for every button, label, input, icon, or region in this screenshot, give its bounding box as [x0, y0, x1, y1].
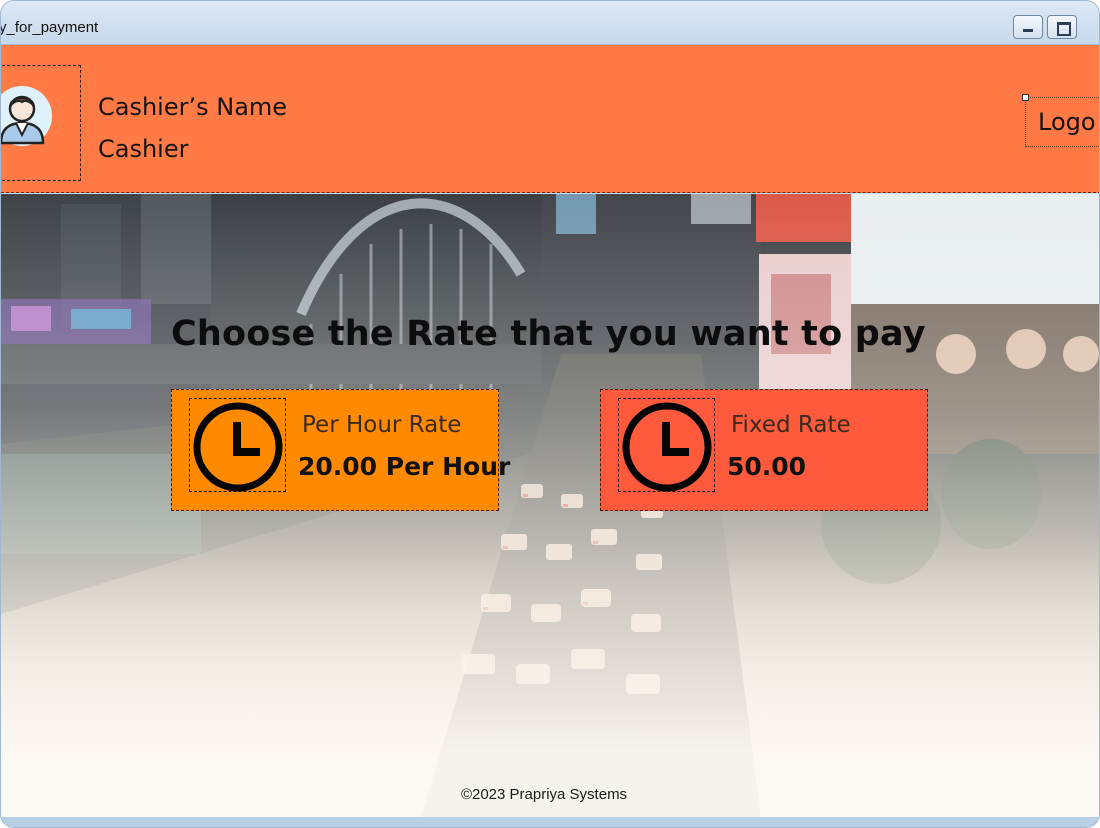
copyright-footer: ©2023 Prapriya Systems	[460, 786, 628, 803]
selection-handle	[1022, 94, 1029, 101]
rate-prompt: Choose the Rate that you want to pay	[171, 314, 926, 354]
main-panel: Choose the Rate that you want to pay Per…	[1, 194, 1099, 817]
cashier-role: Cashier	[98, 135, 189, 163]
fixed-rate-button[interactable]: Fixed Rate 50.00	[600, 389, 928, 511]
logout-label: Logo	[1038, 108, 1096, 136]
maximize-icon[interactable]	[1047, 15, 1077, 39]
rate-title: Fixed Rate	[731, 412, 851, 438]
rate-value: 50.00	[727, 452, 807, 481]
cashier-name: Cashier’s Name	[98, 93, 288, 121]
title-bar[interactable]: y_for_payment	[0, 1, 1099, 45]
window-bottom-border	[1, 817, 1099, 827]
cashier-header: Cashier’s Name Cashier Logo	[1, 45, 1099, 193]
background-fade	[1, 194, 1099, 817]
rate-value: 20.00 Per Hour	[298, 452, 511, 481]
minimize-icon[interactable]	[1013, 15, 1043, 39]
clock-icon	[618, 398, 715, 492]
rate-title: Per Hour Rate	[302, 412, 462, 438]
window-title: y_for_payment	[0, 19, 99, 36]
clock-icon	[189, 398, 286, 492]
per-hour-rate-button[interactable]: Per Hour Rate 20.00 Per Hour	[171, 389, 510, 511]
cashier-avatar-icon	[1, 86, 52, 146]
app-window: y_for_payment Cashier’s Name Cashier Log…	[0, 0, 1100, 828]
logout-button[interactable]: Logo	[1022, 94, 1099, 147]
